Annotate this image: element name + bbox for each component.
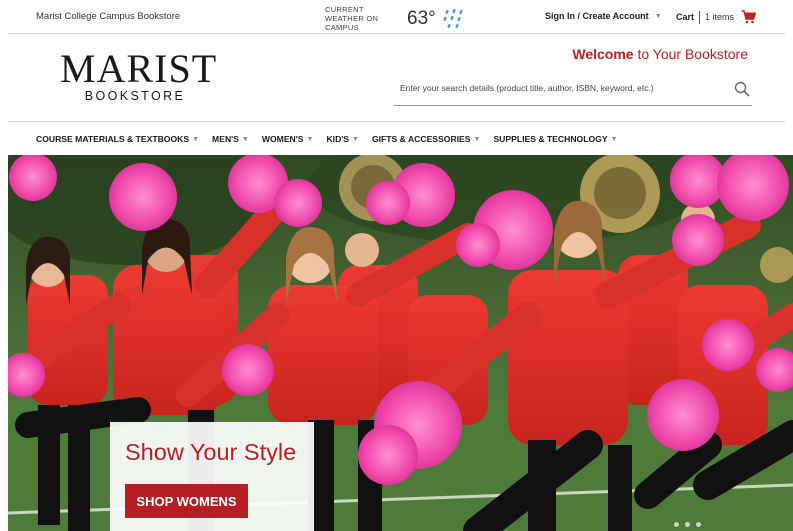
rain-icon — [443, 8, 463, 28]
nav-item-label[interactable]: COURSE MATERIALS & TEXTBOOKS — [36, 134, 189, 144]
nav-item-womens[interactable]: WOMEN'S ▼ — [262, 134, 314, 144]
search-bar[interactable] — [394, 79, 752, 106]
nav-item-label[interactable]: GIFTS & ACCESSORIES — [372, 134, 471, 144]
search-input[interactable] — [400, 83, 720, 93]
chevron-down-icon: ▼ — [654, 12, 662, 20]
chevron-down-icon: ▼ — [306, 135, 314, 143]
weather-temperature: 63° — [407, 7, 436, 29]
cart-item-count[interactable]: 1 items — [705, 12, 734, 22]
nav-item-label[interactable]: MEN'S — [212, 134, 239, 144]
logo-wordmark[interactable]: MARIST — [60, 49, 216, 89]
nav-item-kids[interactable]: KID'S ▼ — [326, 134, 359, 144]
chevron-down-icon: ▼ — [610, 135, 618, 143]
welcome-bold: Welcome — [572, 46, 634, 62]
top-utility-bar: Marist College Campus Bookstore CURRENT … — [8, 0, 785, 34]
chevron-down-icon: ▼ — [241, 135, 249, 143]
search-icon[interactable] — [734, 81, 750, 97]
site-header: MARIST BOOKSTORE Welcome to Your Booksto… — [8, 34, 785, 122]
sign-in-label[interactable]: Sign In / Create Account — [545, 11, 649, 21]
nav-item-mens[interactable]: MEN'S ▼ — [212, 134, 249, 144]
carousel-dot[interactable] — [685, 522, 690, 527]
marist-bookstore-logo[interactable]: MARIST BOOKSTORE — [60, 49, 216, 104]
carousel-indicators — [674, 522, 701, 527]
nav-item-label[interactable]: SUPPLIES & TECHNOLOGY — [493, 134, 607, 144]
welcome-message: Welcome to Your Bookstore — [572, 46, 748, 62]
cart-label[interactable]: Cart — [676, 12, 694, 22]
weather-widget: CURRENT WEATHER ON CAMPUS 63° — [325, 5, 466, 32]
carousel-dot[interactable] — [696, 522, 701, 527]
carousel-dot[interactable] — [674, 522, 679, 527]
nav-item-supplies-technology[interactable]: SUPPLIES & TECHNOLOGY ▼ — [493, 134, 617, 144]
shopping-cart-icon[interactable] — [741, 10, 757, 24]
promo-card: Show Your Style SHOP WOMENS — [110, 422, 314, 531]
nav-item-gifts-accessories[interactable]: GIFTS & ACCESSORIES ▼ — [372, 134, 480, 144]
sign-in-link[interactable]: Sign In / Create Account ▼ — [545, 11, 662, 21]
weather-label: CURRENT WEATHER ON CAMPUS — [325, 5, 379, 32]
store-name: Marist College Campus Bookstore — [36, 11, 181, 22]
welcome-rest: to Your Bookstore — [633, 46, 748, 62]
hero-banner[interactable]: Show Your Style SHOP WOMENS — [8, 155, 793, 531]
chevron-down-icon: ▼ — [352, 135, 359, 143]
promo-title: Show Your Style — [125, 439, 297, 465]
shop-womens-button[interactable]: SHOP WOMENS — [125, 484, 248, 518]
nav-item-label[interactable]: WOMEN'S — [262, 134, 304, 144]
cart-link[interactable]: Cart 1 items — [676, 10, 757, 24]
main-navigation: COURSE MATERIALS & TEXTBOOKS ▼ MEN'S ▼ WOM… — [8, 123, 785, 155]
nav-item-label[interactable]: KID'S — [326, 134, 349, 144]
chevron-down-icon: ▼ — [192, 135, 200, 143]
nav-item-course-materials[interactable]: COURSE MATERIALS & TEXTBOOKS ▼ — [36, 134, 199, 144]
logo-subtitle[interactable]: BOOKSTORE — [60, 89, 210, 103]
cart-divider — [699, 10, 701, 24]
chevron-down-icon: ▼ — [473, 135, 481, 143]
